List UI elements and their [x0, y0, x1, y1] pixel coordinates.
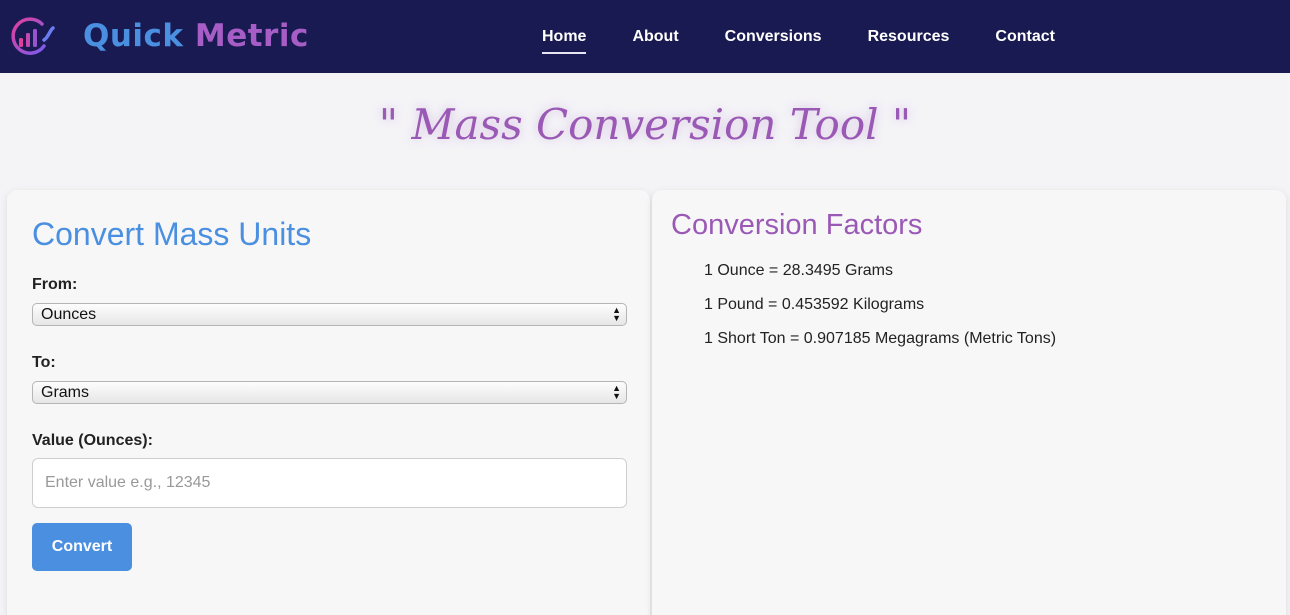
- from-label: From:: [32, 276, 78, 293]
- to-select[interactable]: Grams ▲ ▼: [32, 381, 627, 404]
- converter-card: Convert Mass Units From: Ounces ▲ ▼ To: G…: [7, 190, 650, 615]
- page-title: " Mass Conversion Tool ": [378, 100, 912, 149]
- navbar: Quick Metric Home About Conversions Reso…: [0, 0, 1290, 73]
- value-label: Value (Ounces):: [32, 432, 153, 449]
- to-label: To:: [32, 354, 56, 371]
- convert-button[interactable]: Convert: [32, 523, 132, 571]
- brand-word-metric: Metric: [194, 18, 309, 54]
- brand-name[interactable]: Quick Metric: [83, 16, 309, 56]
- factors-heading: Conversion Factors: [671, 209, 923, 241]
- value-input[interactable]: [32, 458, 627, 508]
- conversion-factors-card: Conversion Factors 1 Ounce = 28.3495 Gra…: [652, 190, 1286, 615]
- factor-item: 1 Pound = 0.453592 Kilograms: [704, 296, 925, 313]
- select-arrows-icon: ▲ ▼: [612, 305, 621, 323]
- nav-home[interactable]: Home: [528, 0, 600, 73]
- bar-chart-logo-icon[interactable]: [8, 16, 56, 56]
- nav-contact[interactable]: Contact: [981, 0, 1069, 73]
- from-select[interactable]: Ounces ▲ ▼: [32, 303, 627, 326]
- nav-about[interactable]: About: [618, 0, 692, 73]
- factor-item: 1 Short Ton = 0.907185 Megagrams (Metric…: [704, 330, 1057, 347]
- converter-heading: Convert Mass Units: [32, 216, 312, 252]
- select-arrows-icon: ▲ ▼: [612, 383, 621, 401]
- from-select-value: Ounces: [41, 306, 97, 323]
- nav-resources[interactable]: Resources: [854, 0, 964, 73]
- brand-word-quick: Quick: [83, 18, 184, 54]
- factor-item: 1 Ounce = 28.3495 Grams: [704, 262, 893, 279]
- main-nav: Home About Conversions Resources Contact: [528, 0, 1087, 73]
- nav-conversions[interactable]: Conversions: [711, 0, 836, 73]
- to-select-value: Grams: [41, 384, 89, 401]
